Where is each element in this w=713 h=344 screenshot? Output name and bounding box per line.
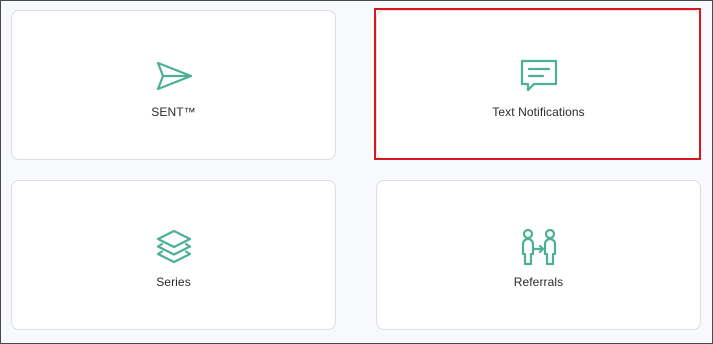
- series-card-label: Series: [156, 275, 191, 289]
- text-notifications-card-label: Text Notifications: [492, 105, 585, 119]
- referrals-card-label: Referrals: [513, 275, 564, 289]
- chat-message-icon: [519, 57, 559, 97]
- send-icon: [154, 57, 194, 97]
- layers-icon: [154, 227, 194, 267]
- referral-people-icon: [519, 227, 559, 267]
- series-card[interactable]: Series: [11, 180, 336, 330]
- app-frame: SENT™ Text Notifications Series Referral…: [0, 0, 713, 344]
- referrals-card[interactable]: Referrals: [376, 180, 701, 330]
- sent-card-label: SENT™: [151, 105, 196, 119]
- sent-card[interactable]: SENT™: [11, 10, 336, 160]
- text-notifications-card[interactable]: Text Notifications: [376, 10, 701, 160]
